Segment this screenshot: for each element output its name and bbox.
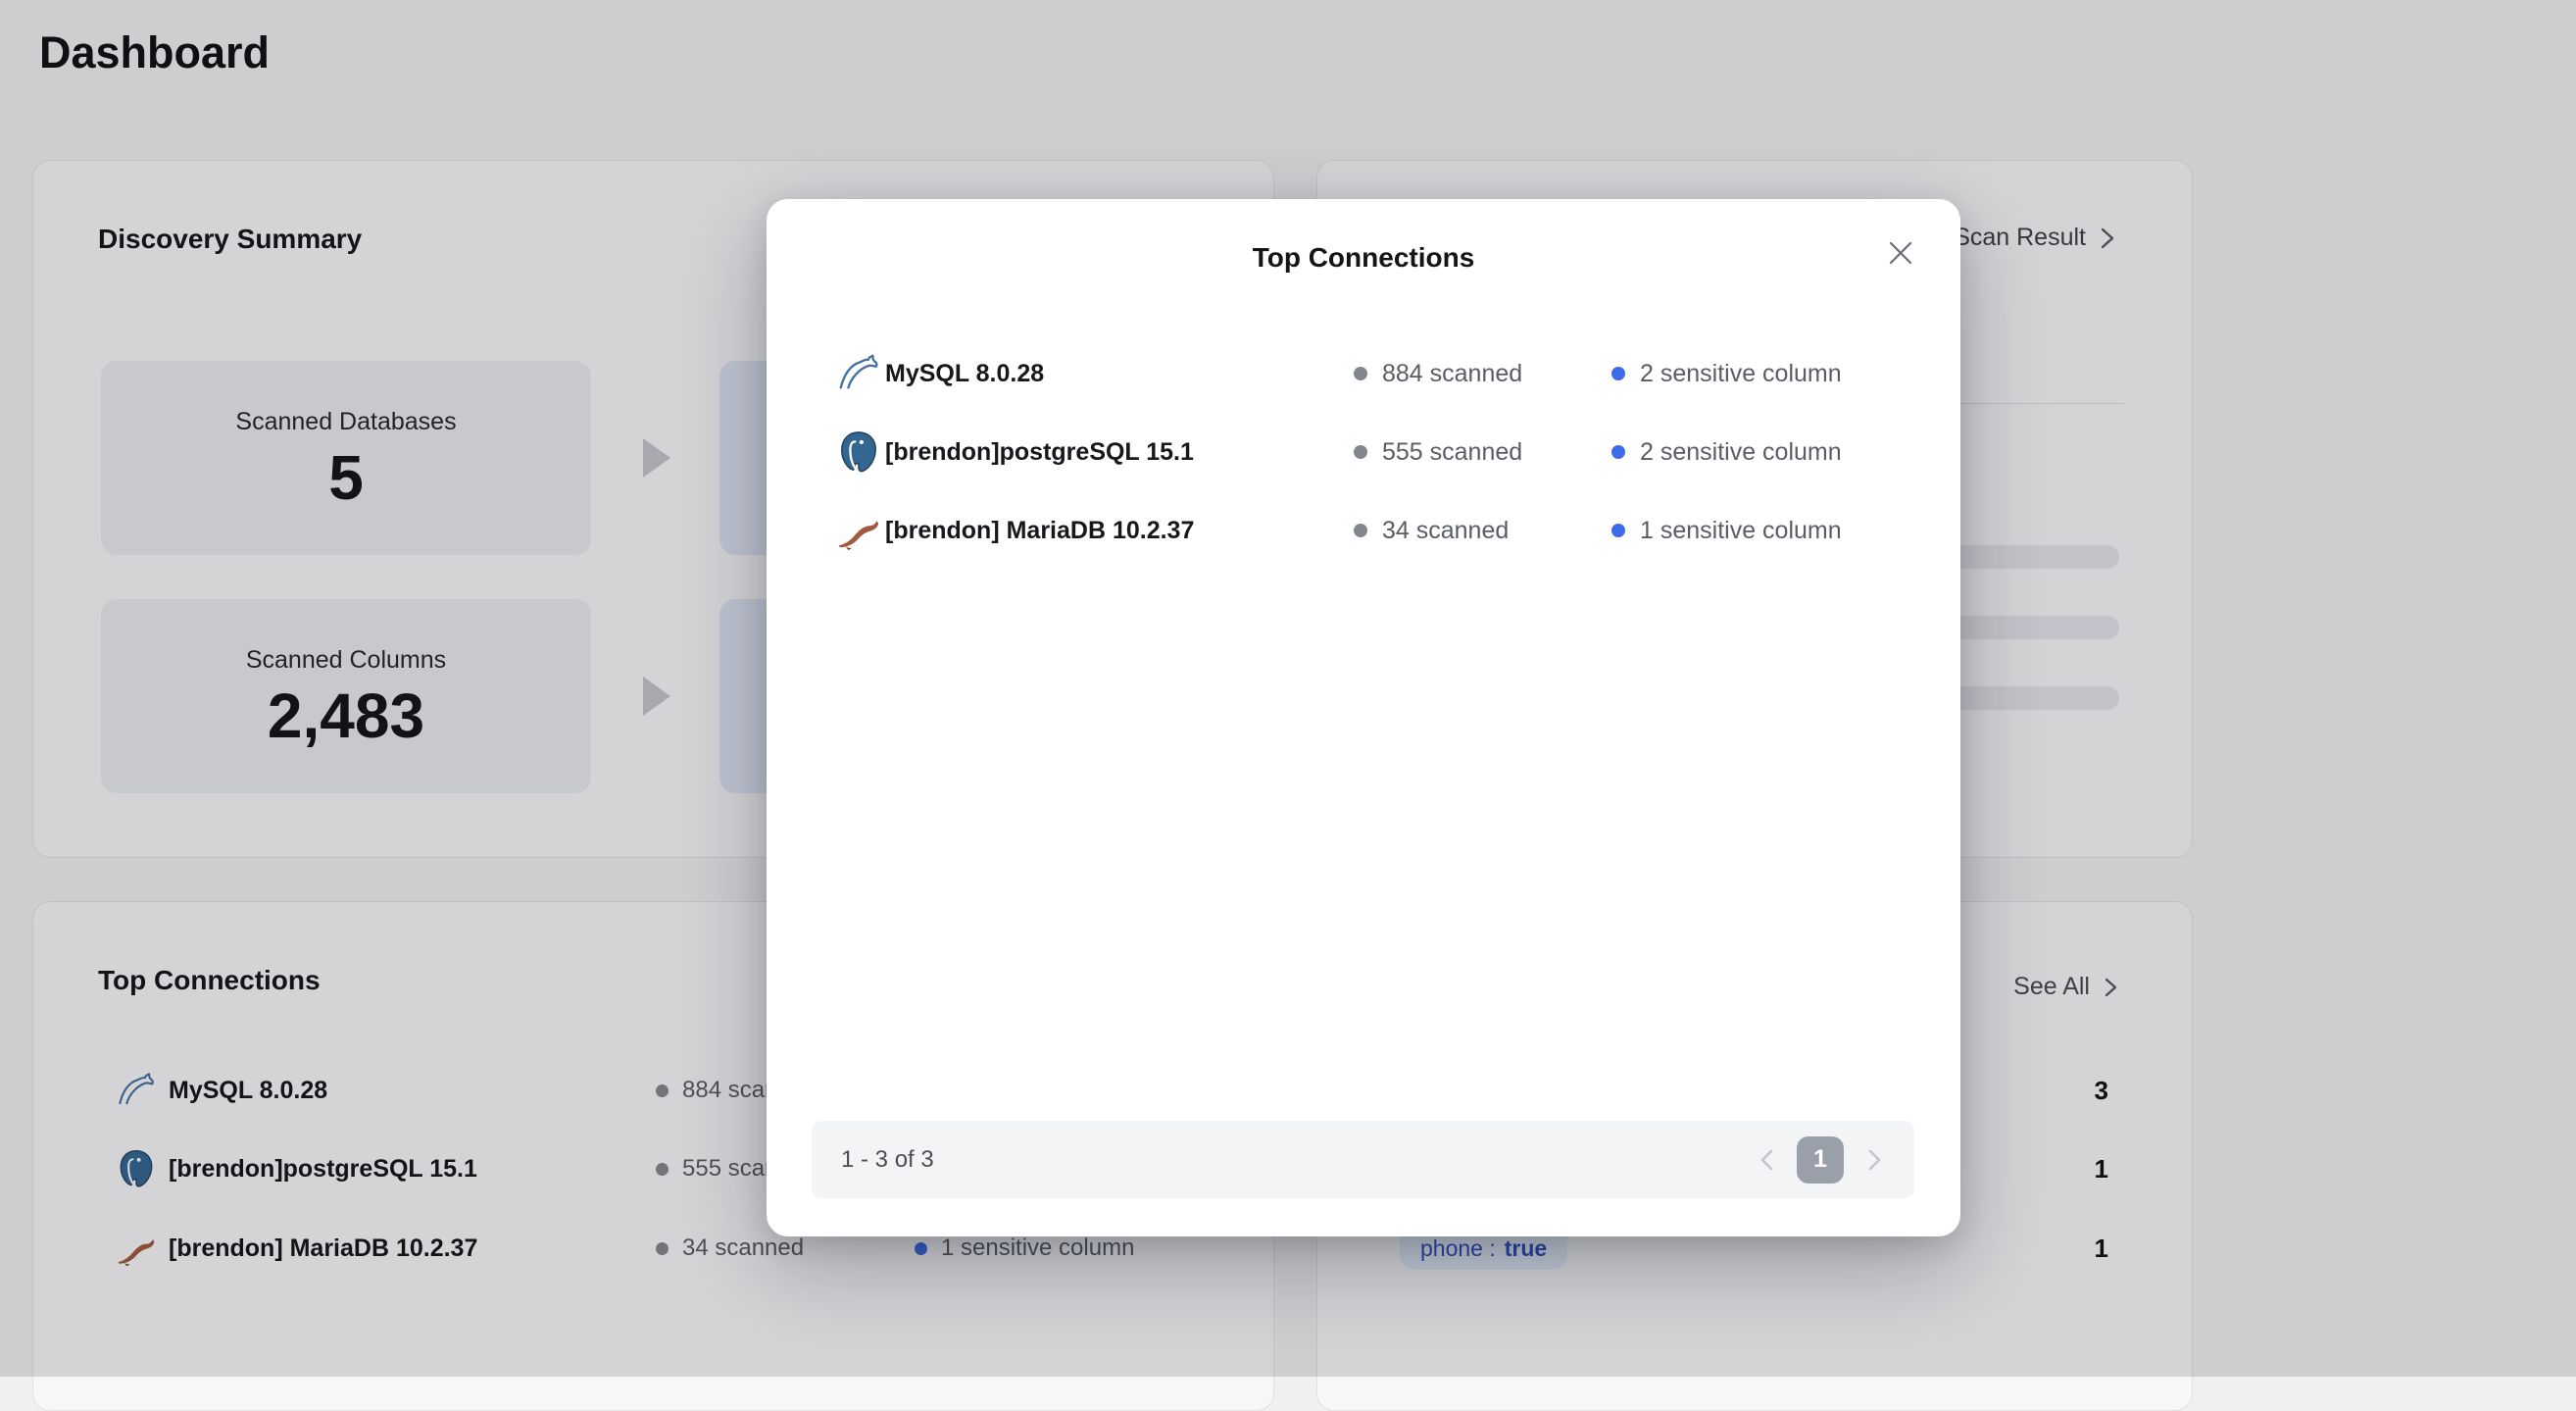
sensitive-dot: [1611, 524, 1625, 537]
top-connections-modal: Top Connections MySQL 8.0.28 884 scanned…: [767, 199, 1960, 1236]
sensitive-count: 2 sensitive column: [1640, 360, 1842, 388]
sensitive-count: 2 sensitive column: [1640, 438, 1842, 467]
scanned-dot: [1354, 524, 1367, 537]
connection-name: MySQL 8.0.28: [885, 334, 1044, 413]
pagination-range: 1 - 3 of 3: [841, 1146, 934, 1174]
modal-title: Top Connections: [767, 242, 1960, 274]
page-1-button[interactable]: 1: [1797, 1136, 1844, 1184]
connection-name: [brendon] MariaDB 10.2.37: [885, 491, 1194, 570]
scanned-dot: [1354, 367, 1367, 380]
sensitive-dot: [1611, 367, 1625, 380]
modal-connection-row[interactable]: [brendon]postgreSQL 15.1 555 scanned 2 s…: [767, 413, 1960, 491]
sensitive-dot: [1611, 445, 1625, 459]
previous-page-button[interactable]: [1756, 1145, 1777, 1175]
modal-connection-row[interactable]: MySQL 8.0.28 884 scanned 2 sensitive col…: [767, 334, 1960, 413]
scanned-count: 884 scanned: [1382, 360, 1522, 388]
sensitive-count: 1 sensitive column: [1640, 517, 1842, 545]
scanned-count: 555 scanned: [1382, 438, 1522, 467]
modal-connection-row[interactable]: [brendon] MariaDB 10.2.37 34 scanned 1 s…: [767, 491, 1960, 570]
scanned-dot: [1354, 445, 1367, 459]
pagination-bar: 1 - 3 of 3 1: [812, 1121, 1914, 1198]
mysql-icon: [836, 351, 881, 396]
next-page-button[interactable]: [1863, 1145, 1885, 1175]
close-icon: [1885, 237, 1916, 274]
postgresql-icon: [836, 429, 881, 475]
scanned-count: 34 scanned: [1382, 517, 1509, 545]
modal-close-button[interactable]: [1882, 236, 1919, 274]
mariadb-icon: [836, 508, 881, 553]
connection-name: [brendon]postgreSQL 15.1: [885, 413, 1194, 491]
